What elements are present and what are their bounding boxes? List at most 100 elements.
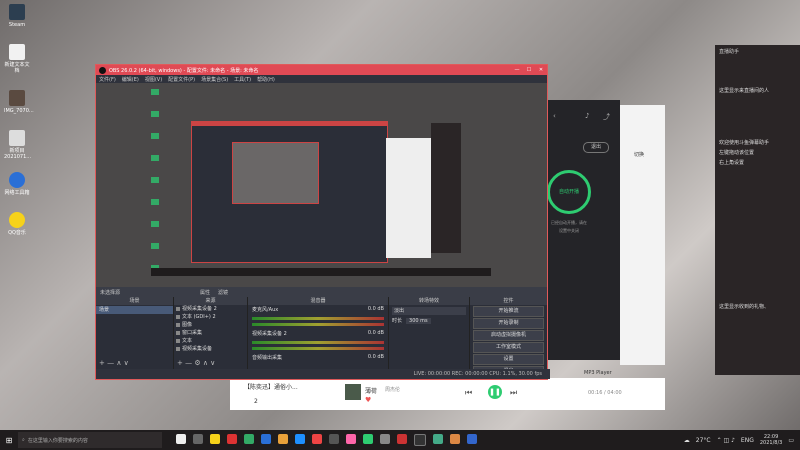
app-icon[interactable]	[244, 434, 254, 444]
source-item[interactable]: 视频采集设备	[174, 345, 247, 353]
status-text: LIVE: 00:00:00 REC: 00:00:00 CPU: 1.1%, …	[413, 371, 542, 377]
next-icon[interactable]: ⏭	[510, 388, 517, 398]
source-item[interactable]: 图像	[174, 321, 247, 329]
app-icon[interactable]	[433, 434, 443, 444]
no-source-label: 未选择源	[100, 289, 121, 296]
transition-select[interactable]: 淡出	[392, 307, 466, 315]
notification-icon[interactable]: ▭	[788, 437, 794, 444]
menu-profile[interactable]: 配置文件(P)	[168, 76, 195, 83]
back-icon[interactable]: ‹	[553, 112, 556, 120]
playlist-title: 【陈奕迅】通俗小...	[244, 384, 298, 391]
properties-button[interactable]: 属性	[200, 289, 210, 296]
system-tray: ☁ 27°C ⌃ ◫ ♪ ENG 22:09 2021/8/3 ▭	[684, 434, 800, 446]
source-item[interactable]: 窗口采集	[174, 329, 247, 337]
app-icon[interactable]	[193, 434, 203, 444]
volume-slider[interactable]	[252, 347, 384, 350]
start-icon[interactable]: ⊞	[0, 436, 18, 445]
status-line: 已经自动开播，请在	[551, 220, 587, 225]
volume-slider[interactable]	[252, 323, 384, 326]
app-icon[interactable]	[329, 434, 339, 444]
panel-line: 欢迎使用斗鱼弹幕助手	[719, 140, 770, 146]
light-window: 切换 MP3 Player	[584, 105, 665, 376]
track-artist: 周杰伦	[385, 387, 401, 393]
share-icon[interactable]: ⤴	[603, 112, 610, 122]
desktop-icon-project[interactable]: 新项目 2021071...	[4, 130, 31, 160]
source-item[interactable]: 文本	[174, 337, 247, 345]
search-box[interactable]: ⌕ 在这里输入你要搜索的内容	[18, 432, 162, 448]
panel-line: 左键拖动该位置	[719, 150, 755, 156]
menu-file[interactable]: 文件(F)	[99, 76, 116, 83]
duration-row: 时长 300 ms	[392, 317, 466, 324]
auto-live-button[interactable]: 自动开播	[547, 170, 591, 214]
menu-scene-collection[interactable]: 场景集合(S)	[201, 76, 228, 83]
obs-icon[interactable]	[414, 434, 426, 446]
text-file-icon	[9, 44, 25, 60]
studio-mode-button[interactable]: 工作室模式	[473, 342, 544, 353]
filters-button[interactable]: 滤镜	[218, 289, 228, 296]
mixer-channel-level: 0.0 dB	[367, 330, 384, 336]
desktop-icon-textfile[interactable]: 新建文本文档	[4, 44, 30, 74]
menu-view[interactable]: 视图(V)	[145, 76, 162, 83]
pause-button[interactable]: ❚❚	[488, 385, 502, 399]
obs-titlebar[interactable]: OBS 26.0.2 (64-bit, windows) - 配置文件: 未命名…	[96, 65, 547, 75]
source-add-icon[interactable]: + — ⚙ ∧ ∨	[177, 359, 215, 367]
menu-edit[interactable]: 编辑(E)	[122, 76, 139, 83]
menu-help[interactable]: 帮助(H)	[257, 76, 275, 83]
track-title: 薄荷	[365, 388, 378, 395]
desktop-icon-qqmusic[interactable]: QQ音乐	[4, 212, 30, 236]
weather-temp[interactable]: 27°C	[696, 437, 711, 444]
start-recording-button[interactable]: 开始录制	[473, 318, 544, 329]
playback-time: 00:16 / 04:00	[588, 390, 622, 396]
file-explorer-icon[interactable]	[278, 434, 288, 444]
app-icon[interactable]	[363, 434, 373, 444]
desktop-icon-tools[interactable]: 网络工具箱	[4, 172, 30, 196]
task-view-icon[interactable]	[176, 434, 186, 444]
danmaku-panel: 直播助手 这里显示来直播间的人 欢迎使用斗鱼弹幕助手 左键拖动该位置 右上角设置…	[715, 45, 800, 375]
heart-icon[interactable]: ♥	[365, 396, 371, 404]
close-button[interactable]: ✕	[535, 67, 547, 73]
mp3-player-label: MP3 Player	[584, 370, 612, 376]
desktop-icon-label: IMG_7070...	[4, 108, 34, 114]
panel-line: 右上角设置	[719, 160, 745, 166]
exit-button[interactable]: 退出	[583, 142, 609, 153]
scene-item[interactable]: 场景	[96, 306, 173, 314]
prev-icon[interactable]: ⏮	[465, 388, 472, 398]
source-item[interactable]: 视频采集设备 2	[174, 305, 247, 313]
weather-icon[interactable]: ☁	[684, 437, 690, 444]
edge-icon[interactable]	[295, 434, 305, 444]
app-icon[interactable]	[380, 434, 390, 444]
app-icon[interactable]	[450, 434, 460, 444]
app-icon[interactable]	[467, 434, 477, 444]
settings-button[interactable]: 设置	[473, 354, 544, 365]
chrome-icon[interactable]	[312, 434, 322, 444]
desktop-icon-steam[interactable]: Steam	[4, 4, 30, 28]
obs-statusbar: LIVE: 00:00:00 REC: 00:00:00 CPU: 1.1%, …	[96, 369, 550, 379]
app-icon[interactable]	[346, 434, 356, 444]
app-icon[interactable]	[227, 434, 237, 444]
app-icon[interactable]	[261, 434, 271, 444]
scene-add-icon[interactable]: + — ∧ ∨	[99, 359, 129, 367]
qq-music-icon[interactable]	[210, 434, 220, 444]
scenes-dock: 场景 场景 + — ∧ ∨	[96, 297, 174, 369]
app-icon[interactable]	[397, 434, 407, 444]
panel-header: 直播助手	[719, 49, 740, 55]
obs-preview-canvas[interactable]	[96, 83, 547, 287]
source-item[interactable]: 文本 (GDI+) 2	[174, 313, 247, 321]
transitions-dock-title: 转场特效	[389, 297, 469, 305]
clock[interactable]: 22:09 2021/8/3	[760, 434, 782, 446]
bell-icon[interactable]: ♪	[585, 112, 589, 120]
language-indicator[interactable]: ENG	[741, 437, 754, 444]
start-streaming-button[interactable]: 开始推流	[473, 306, 544, 317]
maximize-button[interactable]: ☐	[523, 67, 535, 73]
music-app-window: ‹ ♪ ⤴ 退出 自动开播 已经自动开播，请在 设置中关闭	[545, 100, 620, 360]
minimize-button[interactable]: —	[511, 67, 523, 73]
duration-input[interactable]: 300 ms	[406, 317, 431, 324]
menu-tools[interactable]: 工具(T)	[234, 76, 251, 83]
desktop-icon-image[interactable]: IMG_7070...	[4, 90, 34, 114]
virtual-camera-button[interactable]: 启动虚拟摄像机	[473, 330, 544, 341]
switch-label[interactable]: 切换	[634, 151, 644, 158]
album-art[interactable]	[345, 384, 361, 400]
sources-dock-title: 来源	[174, 297, 247, 305]
tray-icons[interactable]: ⌃ ◫ ♪	[717, 437, 735, 444]
desktop-icon-label: Steam	[8, 22, 26, 28]
